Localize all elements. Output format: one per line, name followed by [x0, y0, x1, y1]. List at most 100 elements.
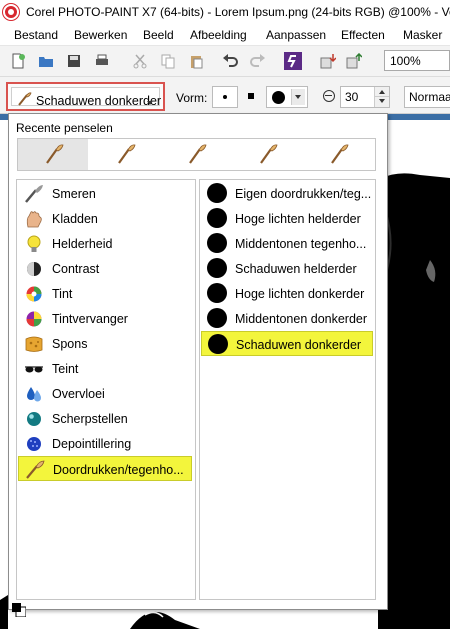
- category-label: Smeren: [52, 187, 96, 201]
- brush-tip-icon: [207, 308, 227, 328]
- preset-item[interactable]: Middentonen donkerder: [201, 306, 373, 331]
- menu-beeld[interactable]: Beeld: [143, 28, 174, 42]
- dodge-burn-brush-icon: [18, 92, 32, 106]
- brush-tip-icon: [207, 233, 227, 253]
- recent-brush-4[interactable]: [232, 139, 302, 170]
- preset-label: Middentonen donkerder: [235, 312, 368, 326]
- sunglasses-icon: [25, 366, 43, 373]
- print-icon[interactable]: [94, 53, 110, 69]
- undo-icon[interactable]: [222, 53, 238, 69]
- brush-tip-icon: [207, 283, 227, 303]
- brush-tip-icon: [207, 208, 227, 228]
- recent-brush-2[interactable]: [90, 139, 160, 170]
- dodge-burn-brush-icon: [46, 144, 64, 164]
- category-label: Depointillering: [52, 437, 132, 451]
- category-item-tintvervanger[interactable]: Tintvervanger: [18, 306, 192, 331]
- preset-item[interactable]: Eigen doordrukken/teg...: [201, 181, 373, 206]
- category-item-teint[interactable]: Teint: [18, 356, 192, 381]
- sharpen-sphere-icon: [27, 412, 41, 426]
- category-item-smeren[interactable]: Smeren: [18, 181, 192, 206]
- app-logo-icon[interactable]: [3, 4, 19, 20]
- recent-brushes-label: Recente penselen: [16, 121, 113, 135]
- menu-bestand[interactable]: Bestand: [14, 28, 58, 42]
- menu-aanpassen[interactable]: Aanpassen: [266, 28, 326, 42]
- window-title: Corel PHOTO-PAINT X7 (64-bits) - Lorem I…: [26, 5, 450, 19]
- recent-brush-1[interactable]: [18, 139, 88, 170]
- preset-label: Hoge lichten helderder: [235, 212, 361, 226]
- preset-label: Schaduwen donkerder: [236, 338, 362, 352]
- blend-drops-icon: [27, 387, 41, 402]
- merge-mode-dropdown[interactable]: Normaal: [404, 86, 450, 108]
- category-item-spons[interactable]: Spons: [18, 331, 192, 356]
- save-icon[interactable]: [66, 53, 82, 69]
- menu-effecten[interactable]: Effecten: [341, 28, 385, 42]
- menu-bewerken[interactable]: Bewerken: [74, 28, 127, 42]
- category-label: Tintvervanger: [52, 312, 128, 326]
- redo-icon[interactable]: [250, 53, 266, 69]
- preset-item[interactable]: Middentonen tegenho...: [201, 231, 373, 256]
- category-label: Overvloei: [52, 387, 105, 401]
- category-item-contrast[interactable]: Contrast: [18, 256, 192, 281]
- sponge-icon: [25, 336, 43, 352]
- brush-preset-list: Eigen doordrukken/teg... Hoge lichten he…: [199, 179, 376, 600]
- brush-category-list: Smeren Kladden Helderheid Contrast Tint …: [16, 179, 196, 600]
- brush-picker-label: Schaduwen donkerder: [36, 94, 162, 108]
- dodge-burn-brush-icon: [331, 144, 349, 164]
- title-bar: Corel PHOTO-PAINT X7 (64-bits) - Lorem I…: [0, 0, 450, 24]
- menu-masker[interactable]: Masker: [403, 28, 442, 42]
- smudge-hand-icon: [26, 211, 42, 228]
- category-label: Spons: [52, 337, 88, 351]
- preset-label: Eigen doordrukken/teg...: [235, 187, 372, 201]
- category-item-kladden[interactable]: Kladden: [18, 206, 192, 231]
- category-label: Doordrukken/tegenho...: [53, 463, 184, 477]
- lightbulb-icon: [27, 235, 41, 252]
- import-icon[interactable]: [320, 53, 336, 69]
- dodge-burn-brush-icon: [118, 144, 136, 164]
- brush-tip-icon: [207, 258, 227, 278]
- export-icon[interactable]: [346, 53, 362, 69]
- nib-preview-icon: [272, 91, 285, 104]
- category-label: Helderheid: [52, 237, 113, 251]
- category-label: Teint: [52, 362, 79, 376]
- dodge-burn-brush-icon: [260, 144, 278, 164]
- color-swatch-icon[interactable]: [12, 603, 26, 617]
- cut-icon[interactable]: [132, 53, 148, 69]
- recent-brush-5[interactable]: [303, 139, 373, 170]
- dodge-burn-brush-icon: [26, 460, 45, 479]
- copy-icon[interactable]: [160, 53, 176, 69]
- zoom-level-input[interactable]: 100%: [384, 50, 450, 71]
- category-item-scherpstellen[interactable]: Scherpstellen: [18, 406, 192, 431]
- preset-item[interactable]: Hoge lichten donkerder: [201, 281, 373, 306]
- corel-connect-icon[interactable]: [284, 52, 302, 70]
- spin-down-button[interactable]: [374, 96, 389, 107]
- menu-afbeelding[interactable]: Afbeelding: [190, 28, 247, 42]
- dither-sphere-icon: [27, 437, 41, 451]
- paste-icon[interactable]: [188, 53, 204, 69]
- nib-size-input[interactable]: 30: [340, 86, 390, 108]
- recent-brushes-strip: [17, 138, 376, 171]
- nib-shape-dropdown[interactable]: [266, 86, 308, 108]
- brush-tip-icon: [207, 183, 227, 203]
- preset-label: Middentonen tegenho...: [235, 237, 367, 251]
- category-item-overvloei[interactable]: Overvloei: [18, 381, 192, 406]
- preset-item[interactable]: Schaduwen helderder: [201, 256, 373, 281]
- brush-picker-button[interactable]: Schaduwen donkerder: [6, 82, 165, 111]
- category-label: Kladden: [52, 212, 98, 226]
- category-item-helderheid[interactable]: Helderheid: [18, 231, 192, 256]
- square-nib-button[interactable]: [248, 93, 254, 99]
- round-nib-button[interactable]: [212, 86, 238, 108]
- category-label: Contrast: [52, 262, 100, 276]
- recent-brush-3[interactable]: [161, 139, 231, 170]
- category-item-depointillering[interactable]: Depointillering: [18, 431, 192, 456]
- category-item-tint[interactable]: Tint: [18, 281, 192, 306]
- brush-picker-panel: Recente penselen Smeren Kladden Helderhe…: [8, 113, 388, 610]
- nib-size-icon: [323, 90, 335, 102]
- category-item-doordrukken[interactable]: Doordrukken/tegenho...: [18, 456, 192, 481]
- new-document-icon[interactable]: [10, 53, 26, 69]
- preset-item-selected[interactable]: Schaduwen donkerder: [201, 331, 373, 356]
- smear-brush-icon: [25, 185, 43, 203]
- preset-item[interactable]: Hoge lichten helderder: [201, 206, 373, 231]
- open-folder-icon[interactable]: [38, 53, 54, 69]
- color-wheel-icon: [26, 286, 42, 302]
- category-label: Tint: [52, 287, 73, 301]
